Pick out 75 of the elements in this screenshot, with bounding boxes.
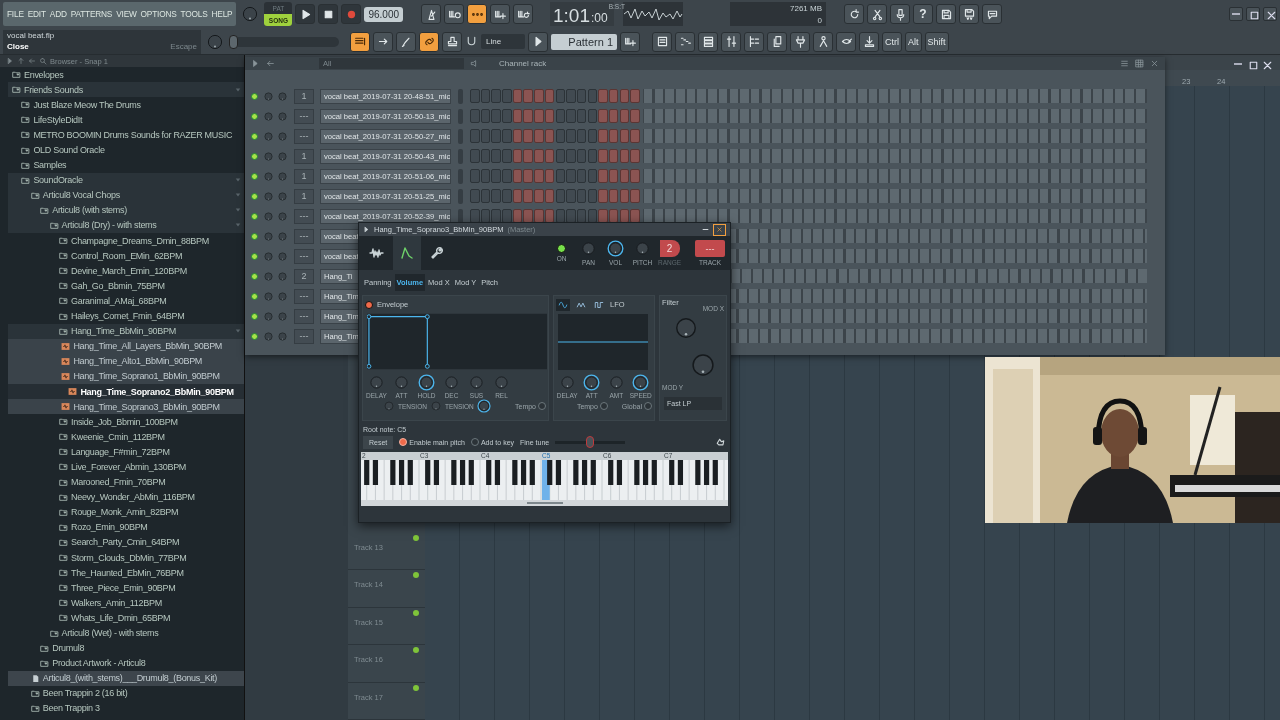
browser-item[interactable]: Whats_Life_Dmin_65BPM — [8, 610, 244, 626]
track-value[interactable]: --- — [695, 240, 725, 257]
browser-item[interactable]: Friends Sounds — [8, 82, 244, 98]
browser-item[interactable]: Rozo_Emin_90BPM — [8, 519, 244, 535]
browser-item[interactable]: Articul8_(with_stems)___Drumul8_(Bonus_Kit) — [8, 670, 244, 686]
browser-item[interactable]: Been Trappin 3 — [8, 700, 244, 717]
browser-item[interactable]: Marooned_Fmin_70BPM — [8, 474, 244, 490]
browser-item[interactable]: Been Trappin 2 (16 bit) — [8, 685, 244, 701]
pattern-selector[interactable]: Pattern 1 — [551, 33, 617, 50]
browser-item[interactable]: Live_Forever_Abmin_130BPM — [8, 459, 244, 475]
cpu-count: 0 — [816, 15, 822, 25]
browser-item[interactable]: Gah_Go_Bbmin_75BPM — [8, 278, 244, 294]
menu-item[interactable]: ADD — [49, 9, 67, 19]
browser-item[interactable]: Envelopes — [8, 67, 244, 83]
browser-item[interactable]: Drumul8 — [8, 640, 244, 656]
mixer-track-number[interactable]: 1 — [294, 148, 314, 164]
browser-item[interactable]: Devine_March_Emin_120BPM — [8, 263, 244, 279]
mixer-track-number[interactable]: --- — [294, 128, 314, 144]
menu-item[interactable]: TOOLS — [180, 9, 208, 19]
mixer-track-number[interactable]: --- — [294, 328, 314, 344]
browser-item[interactable]: Kweenie_Cmin_112BPM — [8, 429, 244, 445]
hint-action: Close — [7, 41, 30, 53]
browser-item[interactable]: Product Artwork - Articul8 — [8, 655, 244, 671]
browser-item[interactable]: Haileys_Comet_Fmin_64BPM — [8, 308, 244, 324]
browser-item[interactable]: LifeStyleDidIt — [8, 112, 244, 128]
memory-usage: 261 MB — [794, 3, 822, 13]
browser-item[interactable]: Storm_Clouds_DbMin_77BPM — [8, 550, 244, 566]
browser-item[interactable]: Search_Party_Cmin_64BPM — [8, 534, 244, 550]
menu-item[interactable]: EDIT — [27, 9, 46, 19]
browser-item[interactable]: Walkers_Amin_112BPM — [8, 595, 244, 611]
toolbar-button[interactable]: ? — [913, 4, 933, 24]
menu-item[interactable]: FILE — [7, 9, 24, 19]
mixer-track-number[interactable]: --- — [294, 248, 314, 264]
mixer-track-number[interactable]: --- — [294, 228, 314, 244]
browser-item[interactable]: Champagne_Dreams_Dmin_88BPM — [8, 233, 244, 249]
browser-item[interactable]: Three_Piece_Emin_90BPM — [8, 580, 244, 596]
browser-item[interactable]: Rouge_Monk_Amin_82BPM — [8, 504, 244, 520]
mixer-track-number[interactable]: --- — [294, 208, 314, 224]
browser-item[interactable]: Inside_Job_Bbmin_100BPM — [8, 414, 244, 430]
browser-item[interactable]: Hang_Time_Soprano3_BbMin_90BPM — [8, 399, 244, 415]
browser-item[interactable]: Garanimal_AMaj_68BPM — [8, 293, 244, 309]
mixer-track-number[interactable]: --- — [294, 308, 314, 324]
mixer-track-number[interactable]: --- — [294, 108, 314, 124]
menu-item[interactable]: OPTIONS — [140, 9, 177, 19]
voice-count: 7 — [789, 3, 795, 13]
menu-item[interactable]: VIEW — [116, 9, 137, 19]
browser-item[interactable]: Hang_Time_BbMin_90BPM — [8, 323, 244, 339]
browser-item[interactable]: METRO BOOMIN Drums Sounds for RAZER MUSIC — [8, 127, 244, 143]
browser-item[interactable]: Just Blaze Meow The Drums — [8, 97, 244, 113]
snap-dropdown[interactable]: Line — [481, 34, 525, 49]
mixer-track-number[interactable]: 1 — [294, 188, 314, 204]
project-name: vocal beat.flp — [7, 30, 56, 42]
mixer-track-number[interactable]: 1 — [294, 88, 314, 104]
browser-item[interactable]: Language_F#min_72BPM — [8, 444, 244, 460]
modifier-key[interactable]: Ctrl — [882, 31, 902, 52]
mixer-track-number[interactable]: 1 — [294, 168, 314, 184]
browser-item[interactable]: The_Haunted_EbMin_76BPM — [8, 565, 244, 581]
mixer-track-number[interactable]: 2 — [294, 268, 314, 284]
browser-item[interactable]: Articul8 (Wet) - with stems — [8, 625, 244, 641]
time-value: 1:01 — [553, 6, 590, 25]
time-ticks: :00 — [591, 11, 608, 25]
browser-item[interactable]: Samples — [8, 157, 244, 173]
modifier-key[interactable]: Shift — [924, 31, 949, 52]
tempo-display[interactable]: 96.000 — [364, 6, 403, 22]
menu-item[interactable]: PATTERNS — [70, 9, 113, 19]
browser-item[interactable]: SoundOracle — [8, 172, 244, 188]
window-title: Channel rack — [499, 59, 547, 68]
range-value[interactable]: 2 — [659, 240, 680, 257]
mixer-track-number[interactable]: --- — [294, 288, 314, 304]
browser-item[interactable]: Control_Room_EMin_62BPM — [8, 248, 244, 264]
browser-item[interactable]: OLD Sound Oracle — [8, 142, 244, 158]
hint-key: Escape — [170, 41, 197, 53]
modifier-key[interactable]: Alt — [905, 31, 922, 52]
browser-item[interactable]: Neevy_Wonder_AbMin_116BPM — [8, 489, 244, 505]
menu-item[interactable]: HELP — [211, 9, 233, 19]
